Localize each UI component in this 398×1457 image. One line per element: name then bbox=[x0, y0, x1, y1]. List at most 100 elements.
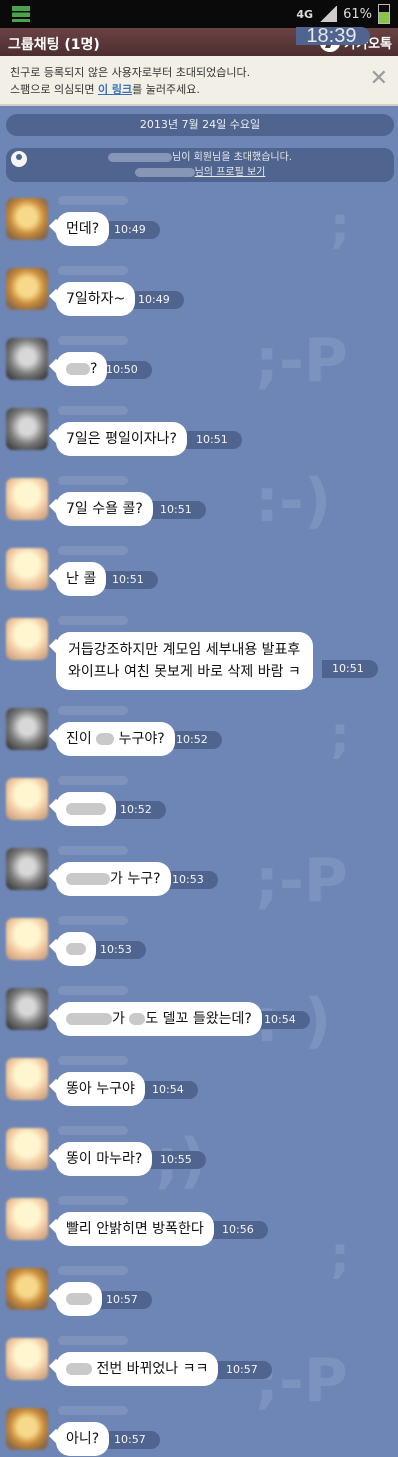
sender-name bbox=[58, 616, 128, 625]
avatar[interactable] bbox=[6, 1408, 48, 1450]
sender-name bbox=[58, 1266, 128, 1275]
avatar[interactable] bbox=[6, 1198, 48, 1240]
message-bubble[interactable]: ? bbox=[56, 352, 108, 386]
message-bubble[interactable]: 전번 바뀌었나 ㅋㅋ bbox=[56, 1352, 219, 1386]
system-message: 님이 회원님을 초대했습니다. 님의 프로필 보기 bbox=[6, 148, 394, 182]
hidden-text bbox=[66, 873, 110, 885]
avatar[interactable] bbox=[6, 268, 48, 310]
message-bubble[interactable]: 아니? bbox=[56, 1422, 110, 1456]
message-bubble[interactable]: 7일 수욜 콜? bbox=[56, 492, 153, 526]
sender-name bbox=[58, 1126, 128, 1135]
close-icon[interactable]: ✕ bbox=[370, 68, 388, 90]
notice-line-2-prefix: 스팸으로 의심되면 bbox=[10, 83, 98, 96]
avatar[interactable] bbox=[6, 1058, 48, 1100]
battery-icon bbox=[378, 4, 390, 24]
sender-name bbox=[58, 986, 128, 995]
spam-report-link[interactable]: 이 링크 bbox=[98, 83, 132, 96]
clock: 18:39 bbox=[296, 26, 371, 46]
message-text: 가 bbox=[112, 1011, 130, 1027]
avatar[interactable] bbox=[6, 1338, 48, 1380]
sender-name bbox=[58, 1406, 128, 1415]
message-bubble[interactable]: 똥이 마누라? bbox=[56, 1142, 153, 1176]
hidden-text bbox=[66, 943, 86, 955]
message-time: 10:54 bbox=[254, 1011, 310, 1029]
sender-name bbox=[58, 476, 128, 485]
sender-name bbox=[58, 1196, 128, 1205]
message-bubble[interactable]: 똥아 누구야 bbox=[56, 1072, 145, 1106]
avatar[interactable] bbox=[6, 988, 48, 1030]
message-time: 10:51 bbox=[150, 501, 206, 519]
message-time: 10:57 bbox=[96, 1291, 152, 1309]
sender-name bbox=[58, 776, 128, 785]
status-bar: 4G 61% 18:39 bbox=[0, 0, 398, 46]
message-text: ? bbox=[90, 361, 98, 377]
hidden-name bbox=[108, 152, 173, 162]
message-bubble[interactable] bbox=[56, 932, 96, 966]
notice-line-1: 친구로 등록되지 않은 사용자로부터 초대되었습니다. bbox=[10, 66, 251, 79]
sender-name bbox=[58, 1336, 128, 1345]
avatar[interactable] bbox=[6, 848, 48, 890]
hidden-name bbox=[134, 167, 195, 177]
avatar[interactable] bbox=[6, 918, 48, 960]
spam-notice: 친구로 등록되지 않은 사용자로부터 초대되었습니다. 스팸으로 의심되면 이 … bbox=[0, 56, 398, 106]
sender-name bbox=[58, 916, 128, 925]
avatar[interactable] bbox=[6, 618, 48, 660]
avatar[interactable] bbox=[6, 1268, 48, 1310]
message-bubble[interactable] bbox=[56, 1282, 102, 1316]
background-emoticon: ; bbox=[330, 1226, 350, 1284]
avatar[interactable] bbox=[6, 478, 48, 520]
message-bubble[interactable]: 7일하자~ bbox=[56, 282, 136, 316]
message-time: 10:51 bbox=[186, 431, 242, 449]
avatar[interactable] bbox=[6, 338, 48, 380]
sender-name bbox=[58, 706, 128, 715]
avatar[interactable] bbox=[6, 778, 48, 820]
app-grid-icon bbox=[12, 6, 30, 22]
message-bubble[interactable]: 빨리 안밝히면 방폭한다 bbox=[56, 1212, 214, 1246]
avatar[interactable] bbox=[6, 198, 48, 240]
background-emoticon: ; bbox=[330, 196, 350, 254]
avatar[interactable] bbox=[6, 408, 48, 450]
message-time: 10:51 bbox=[322, 660, 378, 678]
message-time: 10:49 bbox=[104, 221, 160, 239]
message-time: 10:49 bbox=[128, 291, 184, 309]
sender-name bbox=[58, 336, 128, 345]
background-emoticon: ;-P bbox=[255, 1346, 348, 1416]
background-emoticon: ;-P bbox=[255, 846, 348, 916]
message-bubble[interactable]: 거듭강조하지만 계모임 세부내용 발표후 와이프나 여친 못보게 바로 삭제 바… bbox=[56, 632, 313, 690]
message-time: 10:52 bbox=[110, 801, 166, 819]
message-bubble[interactable]: 가 도 델꼬 들왔는데? bbox=[56, 1002, 262, 1036]
message-bubble[interactable]: 7일은 평일이자나? bbox=[56, 422, 187, 456]
message-text: 가 누구? bbox=[110, 871, 161, 887]
message-time: 10:53 bbox=[90, 941, 146, 959]
sender-name bbox=[58, 1056, 128, 1065]
invite-text: 님이 회원님을 초대했습니다. bbox=[172, 152, 292, 163]
message-time: 10:51 bbox=[102, 571, 158, 589]
hidden-text bbox=[66, 803, 106, 815]
system-invite-line: 님이 회원님을 초대했습니다. bbox=[6, 150, 394, 165]
message-bubble[interactable]: 진이 누구야? bbox=[56, 722, 175, 756]
message-time: 10:57 bbox=[216, 1361, 272, 1379]
message-time: 10:56 bbox=[212, 1221, 268, 1239]
chat-area[interactable]: ; ;-P :-) ; ;-P :-) ;) ; ;-P 2013년 7월 24… bbox=[0, 106, 398, 1457]
message-time: 10:55 bbox=[150, 1151, 206, 1169]
network-type: 4G bbox=[296, 7, 314, 21]
hidden-text bbox=[96, 733, 115, 745]
sender-name bbox=[58, 196, 128, 205]
avatar[interactable] bbox=[6, 708, 48, 750]
message-bubble[interactable]: 가 누구? bbox=[56, 862, 171, 896]
message-bubble[interactable]: 먼데? bbox=[56, 212, 110, 246]
avatar[interactable] bbox=[6, 548, 48, 590]
avatar[interactable] bbox=[6, 1128, 48, 1170]
message-time: 10:57 bbox=[104, 1431, 160, 1449]
message-text: 전번 바뀌었나 ㅋㅋ bbox=[92, 1361, 209, 1377]
notice-line-2-suffix: 를 눌러주세요. bbox=[132, 83, 200, 96]
message-text: 진이 bbox=[66, 731, 97, 747]
battery-percent: 61% bbox=[343, 6, 372, 22]
profile-link[interactable]: 님의 프로필 보기 bbox=[6, 165, 394, 180]
message-bubble[interactable] bbox=[56, 792, 116, 826]
hidden-text bbox=[66, 363, 90, 375]
sender-name bbox=[58, 406, 128, 415]
message-time: 10:54 bbox=[142, 1081, 198, 1099]
message-bubble[interactable]: 난 콜 bbox=[56, 562, 107, 596]
message-line-1: 거듭강조하지만 계모임 세부내용 발표후 bbox=[68, 642, 301, 658]
